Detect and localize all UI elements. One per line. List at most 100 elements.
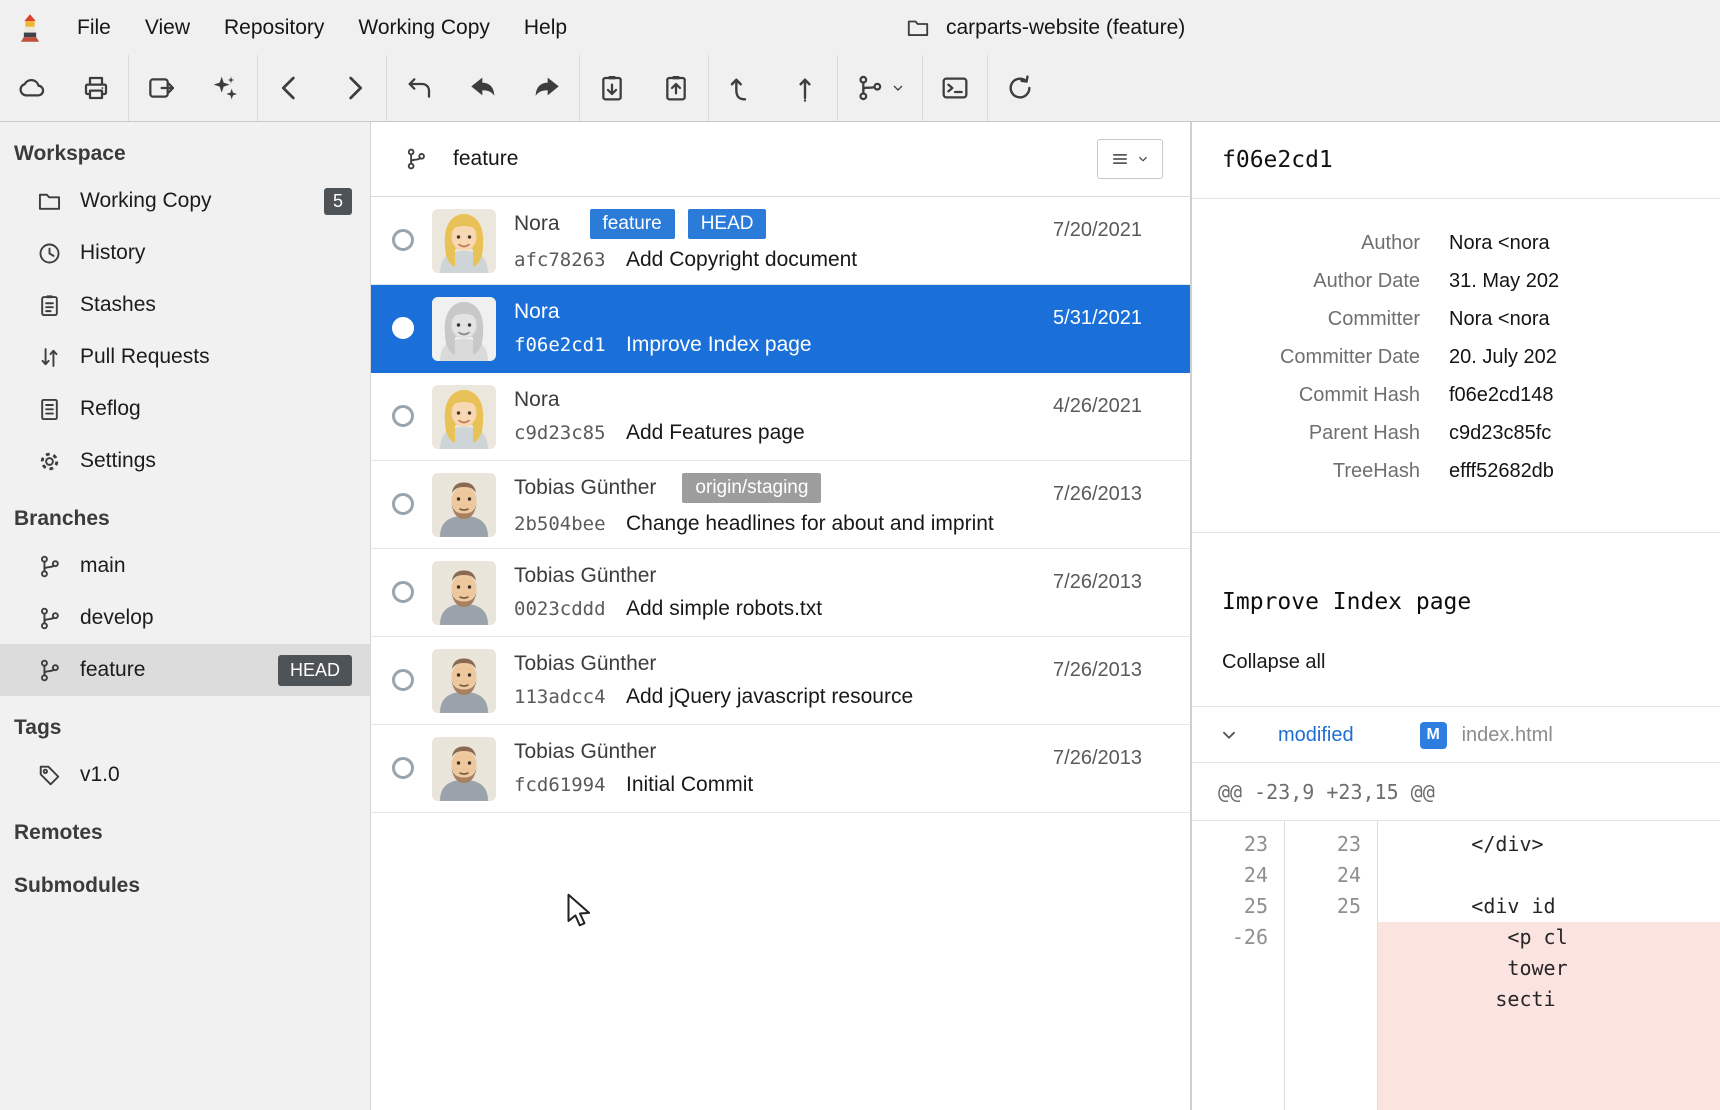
reply-right-icon[interactable] xyxy=(515,60,579,116)
checkout-icon[interactable] xyxy=(129,60,193,116)
commit-hash: afc78263 xyxy=(514,249,626,271)
clipboard-down-icon[interactable] xyxy=(580,60,644,116)
commit-message: Improve Index page xyxy=(626,333,812,357)
remotes-section-title[interactable]: Remotes xyxy=(0,801,370,854)
back-icon[interactable] xyxy=(258,60,322,116)
sidebar-item-label: Pull Requests xyxy=(80,345,210,369)
commit-graph-node xyxy=(392,669,414,691)
old-line-number: -26 xyxy=(1192,922,1285,953)
commit-row[interactable]: Tobias Günther 113adcc4 Add jQuery javas… xyxy=(371,637,1190,725)
app-window: File View Repository Working Copy Help c… xyxy=(0,0,1720,1110)
menu-help[interactable]: Help xyxy=(507,0,584,55)
new-line-number xyxy=(1285,922,1378,953)
diff-code: </div> xyxy=(1378,829,1720,860)
commit-author: Tobias Günther xyxy=(514,740,656,764)
commit-message: Initial Commit xyxy=(626,773,753,797)
print-icon[interactable] xyxy=(64,60,128,116)
collapse-all-link[interactable]: Collapse all xyxy=(1222,651,1325,674)
commit-row-selected[interactable]: Nora f06e2cd1 Improve Index page 5/31/20… xyxy=(371,285,1190,373)
modified-badge: M xyxy=(1420,722,1447,749)
commit-row[interactable]: Nora feature HEAD afc78263 Add Copyright… xyxy=(371,197,1190,285)
reply-left-icon[interactable] xyxy=(451,60,515,116)
forward-icon[interactable] xyxy=(322,60,386,116)
branch-icon xyxy=(36,657,63,684)
diff-code xyxy=(1378,860,1720,891)
sidebar-item-label: develop xyxy=(80,606,154,630)
clipboard-up-icon[interactable] xyxy=(644,60,708,116)
commit-hash: 2b504bee xyxy=(514,513,626,535)
new-line-number: 24 xyxy=(1285,860,1378,891)
commit-date: 4/26/2021 xyxy=(1053,395,1142,418)
working-copy-count-badge: 5 xyxy=(324,188,352,215)
diff-code: <div id xyxy=(1378,891,1720,922)
head-badge: HEAD xyxy=(278,655,352,686)
terminal-icon[interactable] xyxy=(923,60,987,116)
sidebar-item-reflog[interactable]: Reflog xyxy=(0,383,370,435)
merge-icon[interactable] xyxy=(838,60,922,116)
commit-date: 7/26/2013 xyxy=(1053,571,1142,594)
sparkles-icon[interactable] xyxy=(193,60,257,116)
file-status: modified xyxy=(1278,724,1354,747)
sidebar-item-label: Settings xyxy=(80,449,156,473)
sidebar-item-tag-v1[interactable]: v1.0 xyxy=(0,749,370,801)
sidebar-item-stashes[interactable]: Stashes xyxy=(0,279,370,331)
diff-line-deleted: -26 <p cl xyxy=(1192,922,1720,953)
diff-hunk-header: @@ -23,9 +23,15 @@ xyxy=(1192,762,1720,821)
sidebar-item-label: main xyxy=(80,554,126,578)
sidebar-item-label: History xyxy=(80,241,145,265)
chevron-down-icon[interactable] xyxy=(1218,724,1240,746)
menu-working-copy[interactable]: Working Copy xyxy=(341,0,507,55)
commit-graph-node xyxy=(392,405,414,427)
push-icon[interactable] xyxy=(773,60,837,116)
branch-icon xyxy=(36,605,63,632)
sidebar-item-history[interactable]: History xyxy=(0,227,370,279)
ref-badge-origin-staging: origin/staging xyxy=(682,473,821,503)
commit-metadata: AuthorNora <nora Author Date31. May 202 … xyxy=(1192,199,1720,557)
sidebar-item-working-copy[interactable]: Working Copy 5 xyxy=(0,175,370,227)
sidebar-item-settings[interactable]: Settings xyxy=(0,435,370,487)
field-value: c9d23c85fc xyxy=(1449,422,1551,445)
commit-author: Nora xyxy=(514,212,560,236)
new-line-number xyxy=(1285,953,1378,984)
changed-file-row[interactable]: modified M index.html xyxy=(1192,706,1720,763)
menu-repository[interactable]: Repository xyxy=(207,0,341,55)
commit-author: Tobias Günther xyxy=(514,564,656,588)
sidebar-item-pull-requests[interactable]: Pull Requests xyxy=(0,331,370,383)
avatar xyxy=(432,561,496,625)
sidebar-item-branch-develop[interactable]: develop xyxy=(0,592,370,644)
commit-list-panel: feature Nora feature HEAD afc78263 xyxy=(371,122,1191,1110)
tags-section-title: Tags xyxy=(0,696,370,749)
cloud-icon[interactable] xyxy=(0,60,64,116)
commit-author: Nora xyxy=(514,300,560,324)
field-label: Committer xyxy=(1192,308,1420,331)
window-title-text: carparts-website (feature) xyxy=(946,16,1185,40)
commit-graph-node xyxy=(392,317,414,339)
ref-badge-head: HEAD xyxy=(688,209,767,239)
toolbar xyxy=(0,55,1720,122)
commit-author: Nora xyxy=(514,388,560,412)
menu-view[interactable]: View xyxy=(128,0,207,55)
diff-code: tower xyxy=(1378,953,1720,984)
commit-row[interactable]: Nora c9d23c85 Add Features page 4/26/202… xyxy=(371,373,1190,461)
sidebar-item-label: v1.0 xyxy=(80,763,120,787)
file-name: index.html xyxy=(1462,724,1553,747)
refresh-icon[interactable] xyxy=(988,60,1052,116)
commit-graph-node xyxy=(392,493,414,515)
diff-line-deleted: secti xyxy=(1192,984,1720,1015)
submodules-section-title[interactable]: Submodules xyxy=(0,854,370,907)
branch-icon xyxy=(403,146,429,172)
commit-row[interactable]: Tobias Günther 0023cddd Add simple robot… xyxy=(371,549,1190,637)
commit-row[interactable]: Tobias Günther origin/staging 2b504bee C… xyxy=(371,461,1190,549)
commit-message: Add Copyright document xyxy=(626,248,857,272)
sidebar-item-branch-feature[interactable]: feature HEAD xyxy=(0,644,370,696)
undo-icon[interactable] xyxy=(387,60,451,116)
sidebar-item-branch-main[interactable]: main xyxy=(0,540,370,592)
menu-file[interactable]: File xyxy=(60,0,128,55)
list-options-button[interactable] xyxy=(1097,139,1163,179)
pull-icon[interactable] xyxy=(709,60,773,116)
workspace-section-title: Workspace xyxy=(0,122,370,175)
commit-row[interactable]: Tobias Günther fcd61994 Initial Commit 7… xyxy=(371,725,1190,813)
avatar xyxy=(432,209,496,273)
field-label: Author Date xyxy=(1192,270,1420,293)
commit-message: Add Features page xyxy=(626,421,805,445)
